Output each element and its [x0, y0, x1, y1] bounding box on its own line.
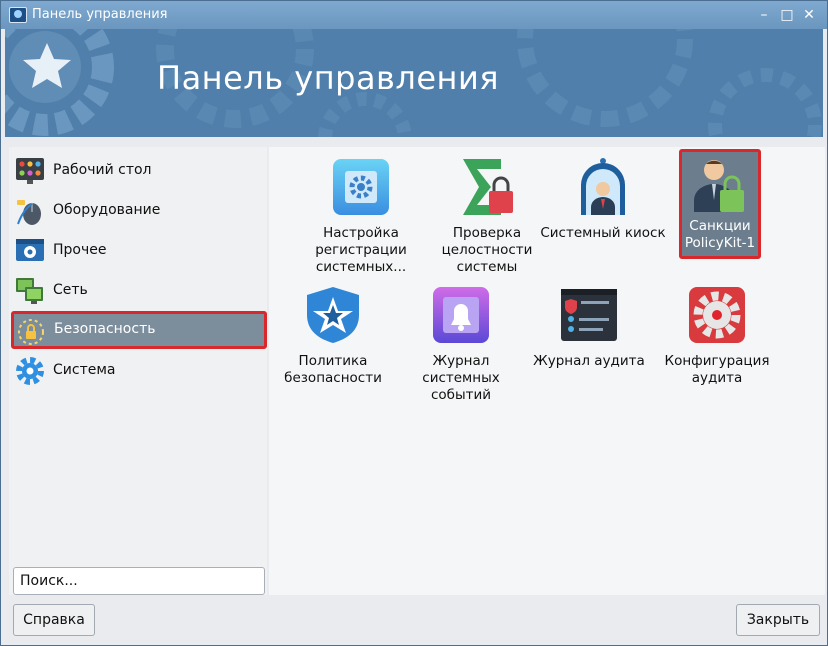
tile-system-kiosk[interactable]: Системный киоск — [539, 151, 667, 281]
settings-registration-icon — [333, 159, 389, 215]
app-icon — [9, 7, 27, 23]
tile-label: Журнал системных событий — [422, 353, 500, 403]
integrity-check-icon — [463, 159, 513, 215]
control-panel-window: Панель управления – □ ✕ Панель управлени… — [0, 0, 828, 646]
sidebar-item-system[interactable]: Система — [13, 353, 263, 389]
tile-integrity-check[interactable]: Проверка целостности системы — [423, 151, 551, 281]
sidebar-item-other[interactable]: Прочее — [13, 233, 263, 269]
minimize-button[interactable]: – — [755, 6, 773, 24]
mouse-icon — [17, 200, 41, 225]
sidebar-item-desktop[interactable]: Рабочий стол — [13, 153, 263, 189]
network-monitors-icon — [16, 278, 43, 304]
sidebar-item-label: Безопасность — [54, 321, 156, 337]
close-window-button[interactable]: ✕ — [800, 6, 818, 24]
tile-registration-settings[interactable]: Настройка регистрации системных... — [297, 151, 425, 281]
tile-label: Журнал аудита — [533, 353, 645, 369]
title-bar: Панель управления – □ ✕ — [1, 1, 827, 29]
kiosk-icon — [581, 158, 625, 215]
event-log-bell-icon — [433, 287, 489, 343]
sidebar-item-network[interactable]: Сеть — [13, 273, 263, 309]
header-banner: Панель управления — [5, 29, 823, 137]
search-input[interactable]: Поиск... — [13, 567, 265, 595]
sidebar-item-label: Сеть — [53, 282, 88, 298]
tile-audit-config[interactable]: Конфигурация аудита — [653, 279, 781, 409]
tile-label: Санкции PolicyKit-1 — [684, 218, 756, 251]
tile-security-policy[interactable]: Политика безопасности — [269, 279, 397, 409]
tile-system-event-log[interactable]: Журнал системных событий — [397, 279, 525, 409]
tile-label: Конфигурация аудита — [664, 353, 770, 386]
security-policy-shield-icon — [307, 287, 359, 343]
tile-label: Системный киоск — [540, 225, 666, 241]
tile-label: Настройка регистрации системных... — [315, 225, 407, 275]
close-button[interactable]: Закрыть — [736, 604, 820, 636]
gear-icon — [16, 357, 44, 385]
tile-audit-log[interactable]: Журнал аудита — [525, 279, 653, 409]
audit-log-terminal-icon — [561, 289, 617, 341]
desktop-grid-icon — [16, 158, 44, 184]
tile-label: Политика безопасности — [284, 353, 382, 386]
category-sidebar: Рабочий стол Оборудование Прочее Сеть Бе… — [9, 147, 267, 595]
security-lock-icon — [18, 319, 44, 345]
sidebar-item-label: Оборудование — [53, 202, 161, 218]
maximize-button[interactable]: □ — [778, 6, 796, 24]
sidebar-item-security[interactable]: Безопасность — [11, 311, 267, 349]
audit-config-gear-icon — [689, 287, 745, 343]
tile-label: Проверка целостности системы — [441, 225, 533, 275]
policykit-user-lock-icon — [694, 160, 744, 212]
applets-grid: Настройка регистрации системных... Прове… — [269, 147, 825, 595]
sidebar-item-label: Прочее — [53, 242, 107, 258]
help-button[interactable]: Справка — [13, 604, 95, 636]
sidebar-item-hardware[interactable]: Оборудование — [13, 193, 263, 229]
tile-policykit-sanctions[interactable]: Санкции PolicyKit-1 — [679, 149, 761, 259]
window-gear-icon — [16, 239, 44, 261]
sidebar-item-label: Рабочий стол — [53, 162, 152, 178]
sidebar-item-label: Система — [53, 362, 116, 378]
search-input-text: Поиск... — [20, 573, 78, 589]
window-title: Панель управления — [32, 7, 168, 22]
banner-title: Панель управления — [157, 59, 500, 97]
